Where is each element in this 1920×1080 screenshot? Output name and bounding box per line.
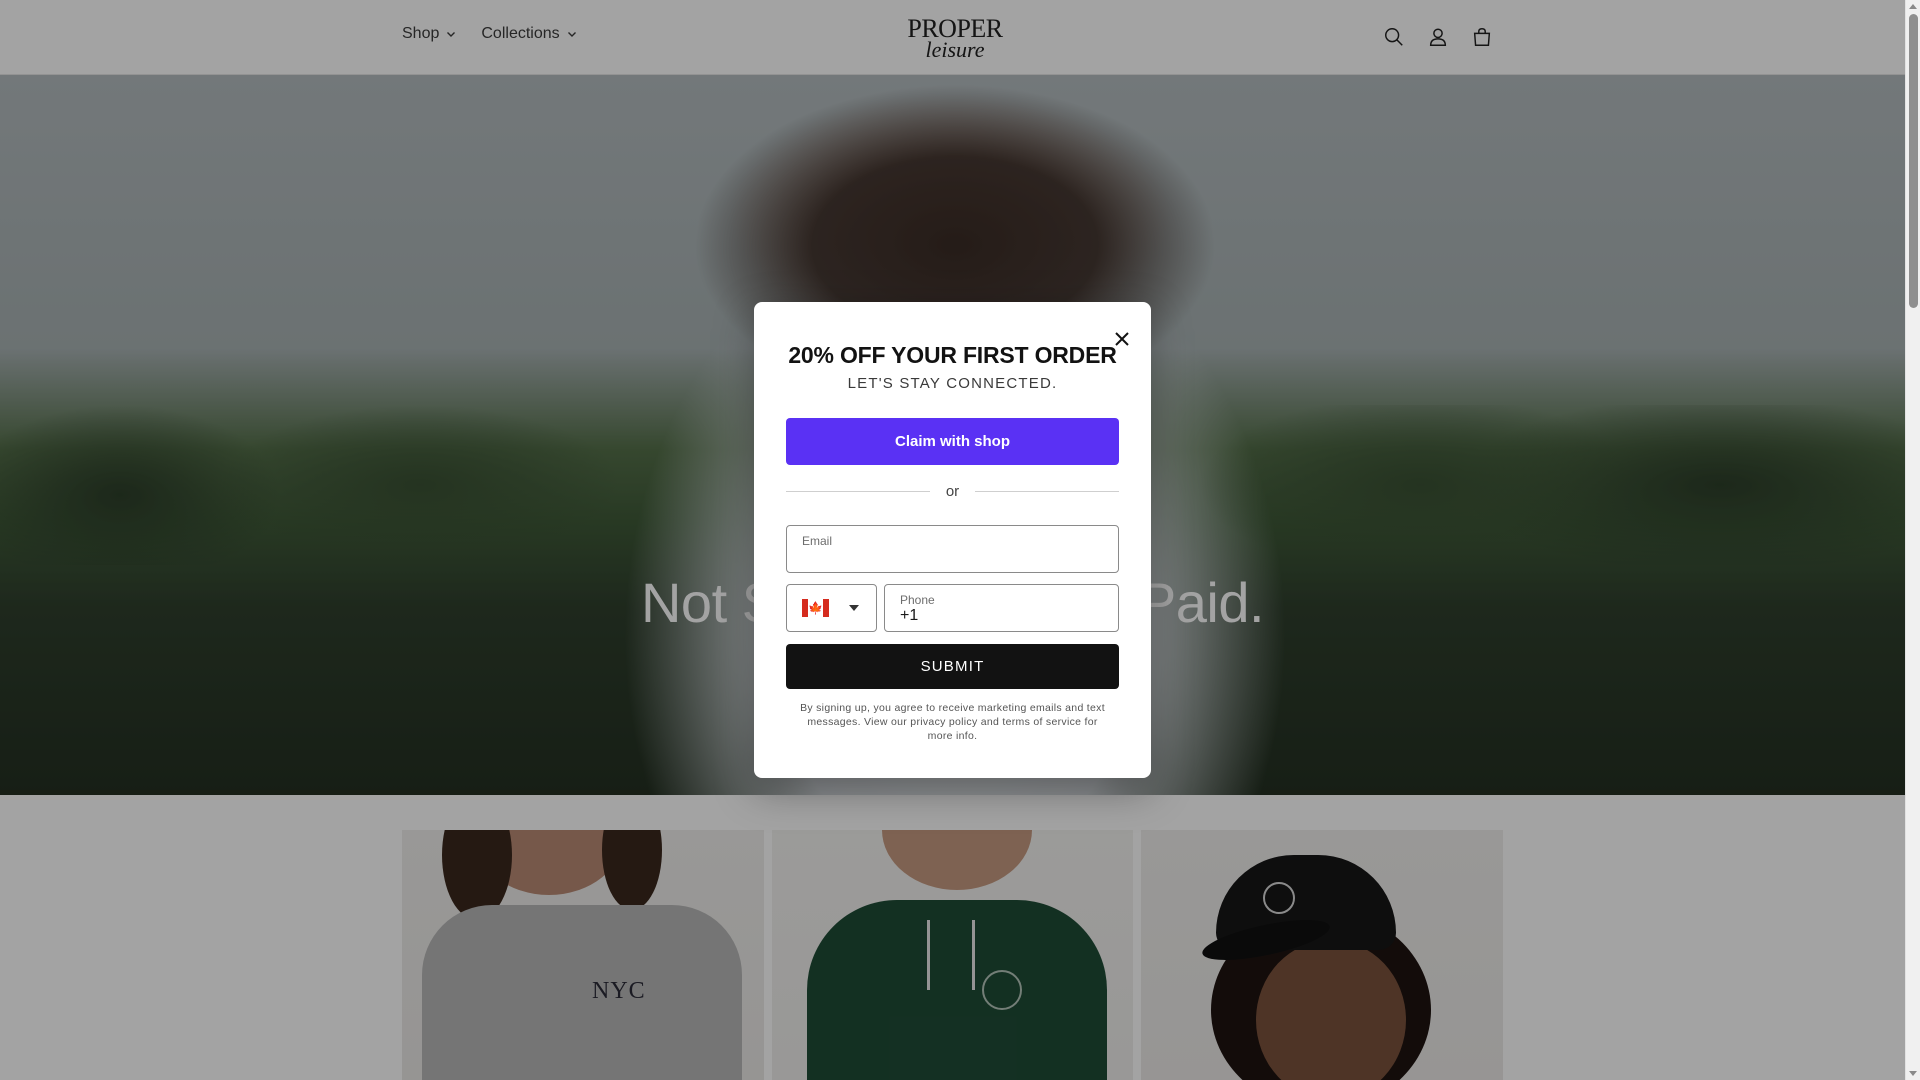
signup-modal: 20% OFF YOUR FIRST ORDER LET'S STAY CONN… xyxy=(754,302,1151,778)
email-field[interactable]: Email xyxy=(786,525,1119,573)
caret-down-icon xyxy=(849,605,859,611)
divider-text: or xyxy=(945,482,960,500)
phone-field[interactable]: Phone +1 xyxy=(884,584,1119,632)
phone-label: Phone xyxy=(900,593,935,607)
modal-title: 20% OFF YOUR FIRST ORDER xyxy=(788,342,1117,368)
email-label: Email xyxy=(802,534,833,548)
divider-line xyxy=(975,490,1119,492)
modal-subtitle: LET'S STAY CONNECTED. xyxy=(847,375,1058,392)
scroll-thumb[interactable] xyxy=(1909,14,1918,308)
divider-line xyxy=(786,490,930,492)
claim-with-shop-button[interactable]: Claim with shop xyxy=(786,418,1119,465)
submit-button[interactable]: SUBMIT xyxy=(786,644,1119,689)
legal-text: By signing up, you agree to receive mark… xyxy=(800,702,1105,742)
or-divider: or xyxy=(786,482,1119,500)
page-scrollbar[interactable] xyxy=(1905,0,1920,1080)
canada-flag-icon: 🍁 xyxy=(802,599,829,617)
scroll-up-arrow-icon[interactable] xyxy=(1909,4,1917,9)
scroll-down-arrow-icon[interactable] xyxy=(1909,1071,1917,1076)
country-code-select[interactable]: 🍁 xyxy=(786,584,877,632)
phone-value: +1 xyxy=(900,607,919,624)
